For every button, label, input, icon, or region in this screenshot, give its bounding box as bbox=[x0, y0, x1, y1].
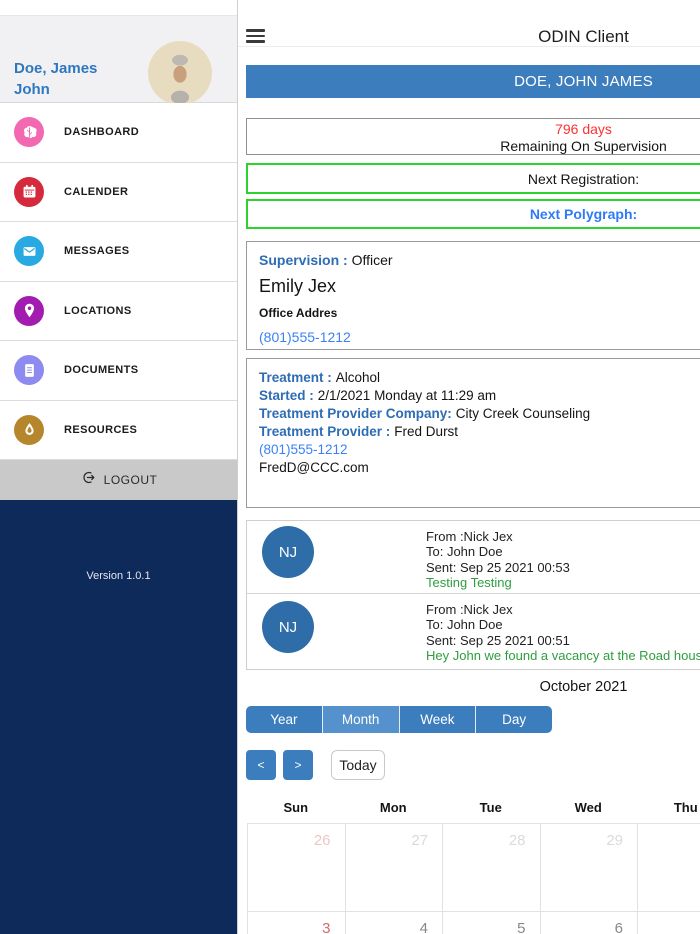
calendar-cell[interactable]: 6 bbox=[540, 912, 638, 934]
provider-email: FredD@CCC.com bbox=[259, 460, 369, 475]
tab-month[interactable]: Month bbox=[321, 706, 399, 733]
office-address-label: Office Addres bbox=[259, 306, 338, 320]
calendar-cell[interactable]: 29 bbox=[540, 824, 638, 912]
sidebar-item-messages[interactable]: MESSAGES bbox=[0, 222, 237, 282]
user-name: Doe, James John bbox=[14, 60, 98, 98]
sidebar-item-resources[interactable]: RESOURCES bbox=[0, 400, 237, 460]
sidebar: Doe, James John DASHBOARD CALENDER MESSA… bbox=[0, 0, 238, 934]
message-from: From :Nick Jex bbox=[426, 602, 513, 617]
main-panel: ODIN Client DOE, JOHN JAMES 796 days Rem… bbox=[238, 0, 700, 934]
message-to: To: John Doe bbox=[426, 544, 503, 560]
next-registration-box: Next Registration: bbox=[246, 163, 700, 194]
provider-phone-link[interactable]: (801)555-1212 bbox=[259, 441, 700, 459]
calendar-cell[interactable]: 27 bbox=[345, 824, 443, 912]
treatment-row: Treatment : Alcohol bbox=[259, 369, 700, 387]
message-body: Testing Testing bbox=[426, 574, 512, 590]
started-value: 2/1/2021 Monday at 11:29 am bbox=[317, 388, 497, 403]
sidebar-item-locations[interactable]: LOCATIONS bbox=[0, 281, 237, 341]
day-header-tue: Tue bbox=[479, 800, 502, 815]
page-title: ODIN Client bbox=[538, 27, 629, 46]
brain-icon bbox=[14, 117, 44, 148]
next-polygraph-box: Next Polygraph: bbox=[246, 199, 700, 229]
tab-year[interactable]: Year bbox=[246, 706, 322, 733]
treatment-row: Treatment Provider Company: City Creek Co… bbox=[259, 405, 700, 423]
calendar-icon bbox=[14, 176, 44, 207]
calendar-grid: 26 27 28 29 3 4 5 6 bbox=[247, 823, 700, 934]
day-header-thu: Thu bbox=[673, 800, 698, 815]
today-button[interactable]: Today bbox=[331, 750, 385, 780]
message-item[interactable]: NJ From :Nick Jex To: John Doe Sent: Sep… bbox=[247, 521, 700, 593]
sidebar-item-label: DASHBOARD bbox=[64, 126, 140, 139]
treatment-row: Started :2/1/2021 Monday at 11:29 am bbox=[259, 387, 700, 405]
supervision-days-box: 796 days Remaining On Supervision bbox=[246, 118, 700, 155]
supervision-officer-card: Supervision : Officer Emily Jex Office A… bbox=[246, 241, 700, 350]
next-registration-label: Next Registration: bbox=[527, 170, 640, 187]
days-remaining-caption: Remaining On Supervision bbox=[500, 137, 667, 154]
sidebar-footer: Version 1.0.1 bbox=[0, 500, 237, 934]
provider-company-value: City Creek Counseling bbox=[455, 406, 591, 421]
message-sent: Sent: Sep 25 2021 00:53 bbox=[426, 559, 570, 575]
supervision-role: Officer bbox=[351, 252, 393, 268]
app-root: Doe, James John DASHBOARD CALENDER MESSA… bbox=[0, 0, 700, 934]
envelope-icon bbox=[14, 236, 44, 267]
logout-label: LOGOUT bbox=[103, 473, 158, 487]
sidebar-item-label: LOCATIONS bbox=[64, 304, 132, 317]
calendar-cell[interactable]: 3 bbox=[248, 912, 346, 934]
provider-label: Treatment Provider : bbox=[259, 424, 391, 439]
message-item[interactable]: NJ From :Nick Jex To: John Doe Sent: Sep… bbox=[247, 593, 700, 669]
calendar-cell[interactable]: 4 bbox=[345, 912, 443, 934]
tab-day[interactable]: Day bbox=[475, 706, 552, 733]
calendar-view-switcher: Year Month Week Day bbox=[246, 706, 552, 733]
location-pin-icon bbox=[14, 295, 44, 326]
sidebar-item-label: DOCUMENTS bbox=[64, 364, 139, 377]
drop-icon bbox=[14, 414, 44, 445]
sidebar-item-calendar[interactable]: CALENDER bbox=[0, 162, 237, 222]
started-label: Started : bbox=[259, 388, 314, 403]
tab-week[interactable]: Week bbox=[398, 706, 476, 733]
officer-phone-link[interactable]: (801)555-1212 bbox=[259, 329, 351, 345]
next-polygraph-label: Next Polygraph: bbox=[529, 206, 638, 222]
treatment-card: Treatment : Alcohol Started :2/1/2021 Mon… bbox=[246, 358, 700, 508]
calendar-cell[interactable]: 28 bbox=[443, 824, 541, 912]
user-avatar-photo bbox=[148, 41, 212, 105]
calendar-cell[interactable] bbox=[638, 912, 700, 934]
sidebar-item-documents[interactable]: DOCUMENTS bbox=[0, 341, 237, 401]
sidebar-item-label: MESSAGES bbox=[64, 245, 130, 258]
messages-list: NJ From :Nick Jex To: John Doe Sent: Sep… bbox=[246, 520, 700, 670]
provider-value: Fred Durst bbox=[394, 424, 459, 439]
message-from: From :Nick Jex bbox=[426, 529, 513, 544]
calendar-month-title: October 2021 bbox=[539, 679, 628, 695]
days-remaining-value: 796 days bbox=[555, 121, 612, 137]
calendar-day-headers: Sun Mon Tue Wed Thu bbox=[247, 800, 700, 815]
prev-month-button[interactable]: < bbox=[246, 750, 276, 780]
treatment-value: Alcohol bbox=[335, 370, 381, 385]
sidebar-user-header[interactable]: Doe, James John bbox=[0, 15, 237, 105]
treatment-label: Treatment : bbox=[259, 370, 332, 385]
calendar-cell[interactable]: 26 bbox=[248, 824, 346, 912]
message-sent: Sent: Sep 25 2021 00:51 bbox=[426, 632, 570, 648]
sender-avatar: NJ bbox=[262, 601, 314, 653]
officer-name: Emily Jex bbox=[259, 276, 337, 296]
sidebar-nav: DASHBOARD CALENDER MESSAGES LOCATIONS DO… bbox=[0, 103, 237, 460]
day-header-sun: Sun bbox=[283, 800, 309, 815]
sidebar-item-label: RESOURCES bbox=[64, 423, 138, 436]
client-name-banner: DOE, JOHN JAMES bbox=[246, 65, 700, 98]
day-header-mon: Mon bbox=[379, 800, 407, 815]
calendar-cell[interactable] bbox=[638, 824, 700, 912]
sidebar-item-label: CALENDER bbox=[64, 185, 129, 198]
next-month-button[interactable]: > bbox=[283, 750, 313, 780]
message-to: To: John Doe bbox=[426, 617, 503, 633]
logout-button[interactable]: LOGOUT bbox=[0, 460, 237, 500]
sidebar-item-dashboard[interactable]: DASHBOARD bbox=[0, 103, 237, 163]
logout-icon bbox=[80, 469, 97, 491]
document-icon bbox=[14, 355, 44, 386]
calendar-cell[interactable]: 5 bbox=[443, 912, 541, 934]
app-version: Version 1.0.1 bbox=[86, 570, 151, 582]
provider-company-label: Treatment Provider Company: bbox=[259, 406, 452, 421]
sender-avatar: NJ bbox=[262, 526, 314, 578]
message-body: Hey John we found a vacancy at the Road … bbox=[426, 647, 700, 663]
day-header-wed: Wed bbox=[574, 800, 602, 815]
treatment-row: Treatment Provider : Fred Durst bbox=[259, 423, 700, 441]
supervision-label: Supervision : bbox=[259, 252, 348, 268]
